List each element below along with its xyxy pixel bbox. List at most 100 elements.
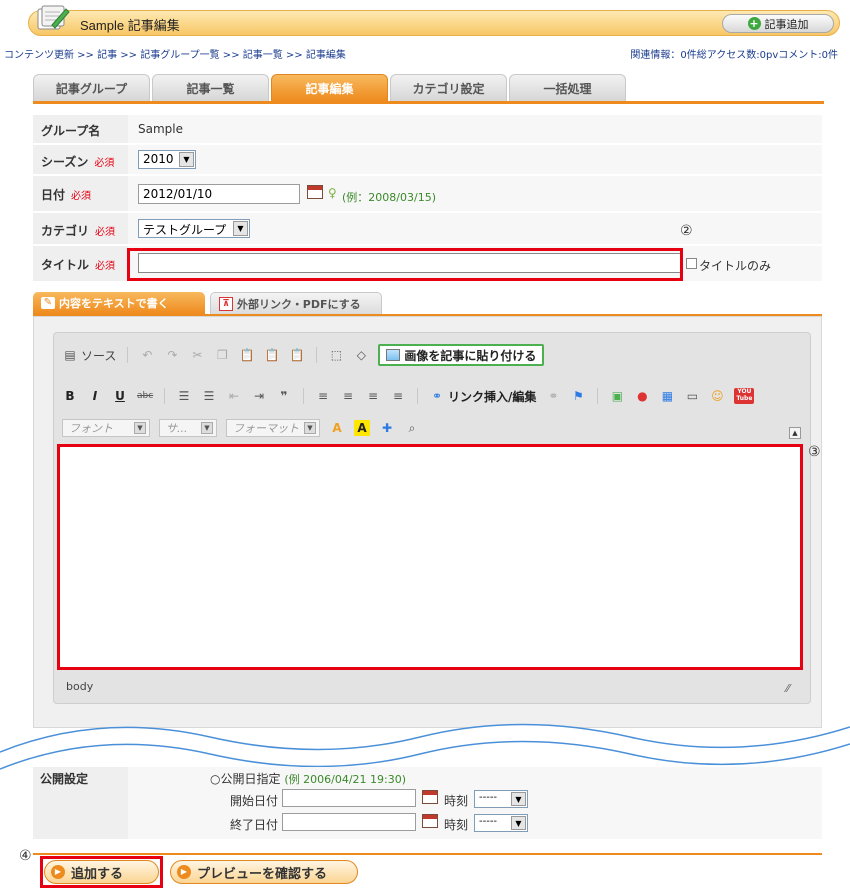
eraser-icon[interactable]: ◇	[353, 347, 369, 363]
date-example: (例：2008/03/15)	[342, 191, 436, 204]
stats-info: 関連情報：0件総アクセス数:0pvコメント:0件	[630, 50, 838, 61]
date-row: 日付 必須 2012/01/10 ♀ (例：2008/03/15)	[33, 176, 822, 212]
chevron-down-icon: ▼	[511, 816, 526, 830]
pdf-icon: ⊼	[219, 296, 233, 311]
outdent-icon[interactable]: ⇤	[226, 388, 242, 404]
paste-word-icon[interactable]: 📋	[289, 347, 305, 363]
end-time-label: 時刻	[444, 818, 469, 832]
link-icon[interactable]: ⚭	[429, 388, 445, 404]
tab-external-link-pdf[interactable]: ⊼ 外部リンク・PDFにする	[210, 292, 382, 314]
align-center-icon[interactable]: ≡	[340, 388, 356, 404]
tab-write-text[interactable]: ✎ 内容をテキストで書く	[33, 292, 205, 314]
category-label: カテゴリ	[41, 224, 90, 238]
align-justify-icon[interactable]: ≡	[390, 388, 406, 404]
publish-label: 公開設定	[40, 772, 89, 786]
submit-highlight-box	[40, 856, 163, 888]
insert-image-icon[interactable]: ▣	[609, 388, 625, 404]
tab-category-settings[interactable]: カテゴリ設定	[390, 74, 507, 101]
align-right-icon[interactable]: ≡	[365, 388, 381, 404]
table-icon[interactable]: ▦	[659, 388, 675, 404]
tab-article-list[interactable]: 記事一覧	[152, 74, 269, 101]
strike-icon[interactable]: abc	[137, 388, 153, 404]
bullet-list-icon[interactable]: ☰	[201, 388, 217, 404]
tab-underline	[33, 101, 824, 104]
tab-article-edit[interactable]: 記事編集	[271, 74, 388, 101]
chevron-down-icon: ▼	[511, 792, 526, 806]
bold-icon[interactable]: B	[62, 388, 78, 404]
text-color-icon[interactable]: A	[329, 420, 345, 436]
season-row: シーズン 必須 2010 ▼	[33, 145, 822, 175]
play-icon: ▶	[177, 865, 191, 879]
collapse-toolbar-icon[interactable]: ▲	[789, 427, 801, 439]
category-select[interactable]: テストグループ ▼	[138, 219, 250, 238]
radio-icon: ○	[210, 772, 221, 786]
underline-icon[interactable]: U	[112, 388, 128, 404]
date-field[interactable]: 2012/01/10	[138, 184, 300, 204]
blockquote-icon[interactable]: ❞	[276, 388, 292, 404]
publish-date-radio[interactable]: ○公開日指定 (例 2006/04/21 19:30)	[210, 770, 406, 787]
cut-icon[interactable]: ✂	[189, 347, 205, 363]
breadcrumb[interactable]: コンテンツ更新 >> 記事 >> 記事グループ一覧 >> 記事一覧 >> 記事編…	[4, 46, 346, 61]
toolbar-row-1: ▤ ソース ↶ ↷ ✂ ❐ 📋 📋 📋 ⬚ ◇ 画像を記事に貼り付ける	[62, 344, 545, 366]
title-highlight-box	[127, 248, 683, 281]
preview-button[interactable]: ▶ プレビューを確認する	[170, 860, 358, 884]
horizontal-rule-icon[interactable]: ▭	[684, 388, 700, 404]
anchor-flag-icon[interactable]: ⚑	[570, 388, 586, 404]
calendar-icon[interactable]	[307, 185, 323, 199]
end-time-select[interactable]: ----- ▼	[474, 814, 528, 832]
size-select[interactable]: サ... ▼	[159, 419, 217, 437]
paste-image-button[interactable]: 画像を記事に貼り付ける	[378, 344, 545, 366]
calendar-icon[interactable]	[422, 790, 438, 804]
edit-pencil-icon: ✎	[41, 297, 55, 309]
calendar-icon[interactable]	[422, 814, 438, 828]
paste-icon[interactable]: 📋	[239, 347, 255, 363]
toolbar-row-3: フォント ▼ サ... ▼ フォーマット ▼ A A ✚ ⌕	[62, 417, 420, 439]
toolbar-row-2: B I U abc ☰ ☰ ⇤ ⇥ ❞ ≡ ≡ ≡ ≡ ⚭ リンク挿入/編集 ⚭…	[62, 385, 755, 407]
undo-icon[interactable]: ↶	[139, 347, 155, 363]
tab-bulk-process[interactable]: 一括処理	[509, 74, 626, 101]
element-path: body	[66, 680, 94, 693]
redo-icon[interactable]: ↷	[164, 347, 180, 363]
chevron-down-icon: ▼	[233, 221, 248, 236]
flash-icon[interactable]: ●	[634, 388, 650, 404]
chevron-down-icon: ▼	[304, 422, 316, 434]
indent-icon[interactable]: ⇥	[251, 388, 267, 404]
editor-body[interactable]	[57, 444, 803, 670]
select-all-icon[interactable]: ⬚	[328, 347, 344, 363]
required-mark: 必須	[95, 227, 116, 238]
annotation-2: ②	[680, 223, 693, 239]
end-date-field[interactable]	[282, 813, 416, 831]
youtube-icon[interactable]: YOU Tube	[734, 388, 755, 404]
align-left-icon[interactable]: ≡	[315, 388, 331, 404]
start-date-field[interactable]	[282, 789, 416, 807]
resize-grip-icon[interactable]: ⁄⁄	[786, 682, 790, 695]
add-article-button[interactable]: + 記事追加	[722, 14, 834, 33]
format-select[interactable]: フォーマット ▼	[226, 419, 320, 437]
end-date-label: 終了日付	[230, 818, 279, 832]
copy-icon[interactable]: ❐	[214, 347, 230, 363]
season-select[interactable]: 2010 ▼	[138, 150, 196, 169]
start-time-select[interactable]: ----- ▼	[474, 790, 528, 808]
font-select[interactable]: フォント ▼	[62, 419, 150, 437]
article-edit-icon	[34, 3, 70, 33]
source-button[interactable]: ソース	[81, 347, 116, 364]
tab-article-group[interactable]: 記事グループ	[33, 74, 150, 101]
maximize-icon[interactable]: ✚	[379, 420, 395, 436]
source-icon[interactable]: ▤	[62, 347, 78, 363]
chevron-down-icon: ▼	[179, 152, 194, 167]
unlink-icon[interactable]: ⚭	[545, 388, 561, 404]
ordered-list-icon[interactable]: ☰	[176, 388, 192, 404]
annotation-4: ④	[19, 848, 32, 864]
italic-icon[interactable]: I	[87, 388, 103, 404]
smiley-icon[interactable]: ☺	[709, 388, 725, 404]
group-value: Sample	[138, 122, 183, 136]
paste-text-icon[interactable]: 📋	[264, 347, 280, 363]
publish-example: (例 2006/04/21 19:30)	[284, 773, 407, 786]
background-color-icon[interactable]: A	[354, 420, 370, 436]
insert-link-button[interactable]: リンク挿入/編集	[448, 388, 536, 405]
title-only-checkbox[interactable]	[686, 258, 697, 269]
plus-icon: +	[747, 17, 761, 30]
image-icon	[386, 349, 401, 361]
show-blocks-icon[interactable]: ⌕	[404, 420, 420, 436]
title-only-label: タイトルのみ	[699, 259, 772, 273]
